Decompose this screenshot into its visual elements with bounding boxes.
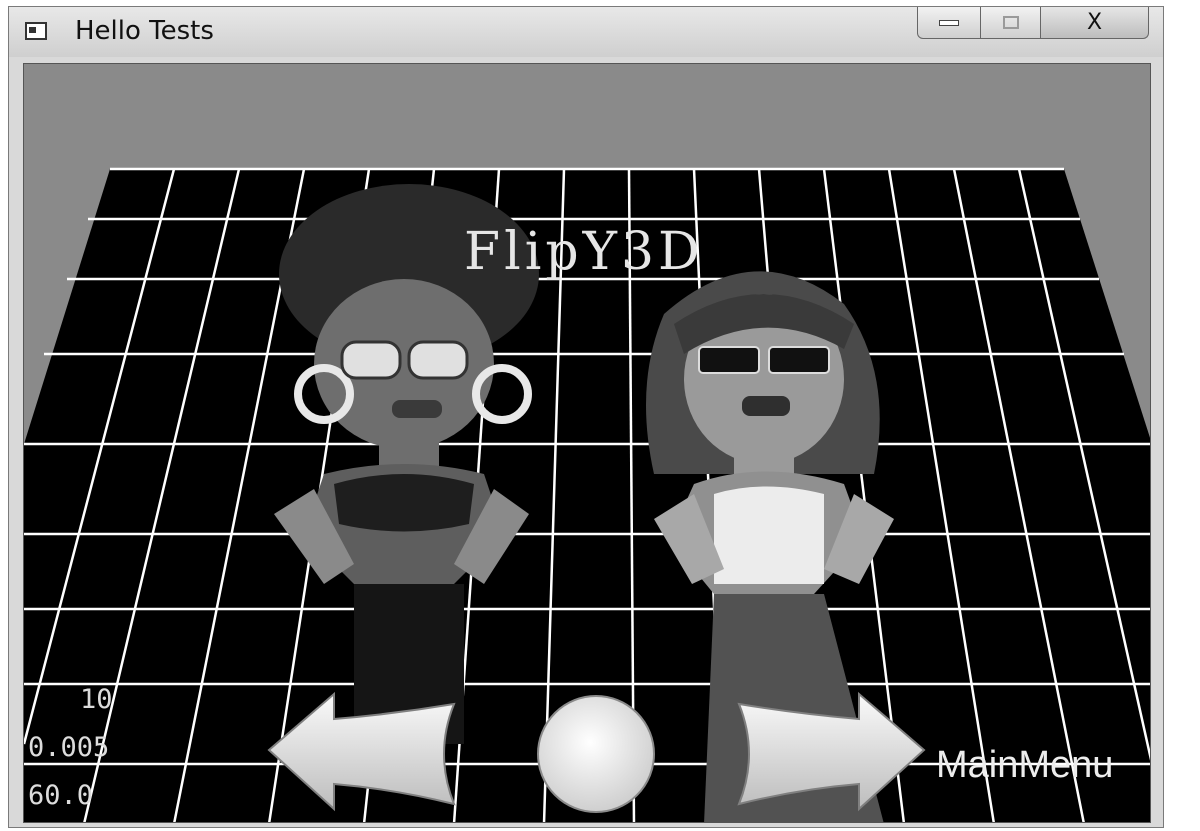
app-icon[interactable] bbox=[25, 22, 47, 40]
stat-line-2: 0.005 bbox=[28, 732, 110, 763]
game-viewport[interactable]: FlipY3D 10 0.005 60.0 MainMenu bbox=[23, 63, 1151, 823]
maximize-button[interactable] bbox=[981, 7, 1041, 39]
minimize-icon bbox=[939, 19, 959, 26]
window-title: Hello Tests bbox=[75, 16, 214, 46]
scene-canvas bbox=[24, 167, 1150, 822]
minimize-button[interactable] bbox=[917, 7, 981, 39]
circle-button-icon bbox=[537, 695, 655, 813]
stat-line-1: 10 bbox=[80, 684, 113, 715]
maximize-icon bbox=[1002, 16, 1019, 29]
restart-button[interactable] bbox=[537, 695, 655, 813]
main-menu-button[interactable]: MainMenu bbox=[936, 744, 1113, 787]
window-controls: X bbox=[917, 7, 1149, 41]
close-button[interactable]: X bbox=[1041, 7, 1149, 39]
title-bar[interactable]: Hello Tests X bbox=[9, 7, 1163, 57]
close-icon: X bbox=[1086, 10, 1103, 35]
app-window: Hello Tests X FlipY3D 10 0.005 60.0 Main… bbox=[8, 6, 1164, 828]
scene-title: FlipY3D bbox=[464, 222, 704, 282]
stat-line-3: 60.0 bbox=[28, 780, 94, 811]
